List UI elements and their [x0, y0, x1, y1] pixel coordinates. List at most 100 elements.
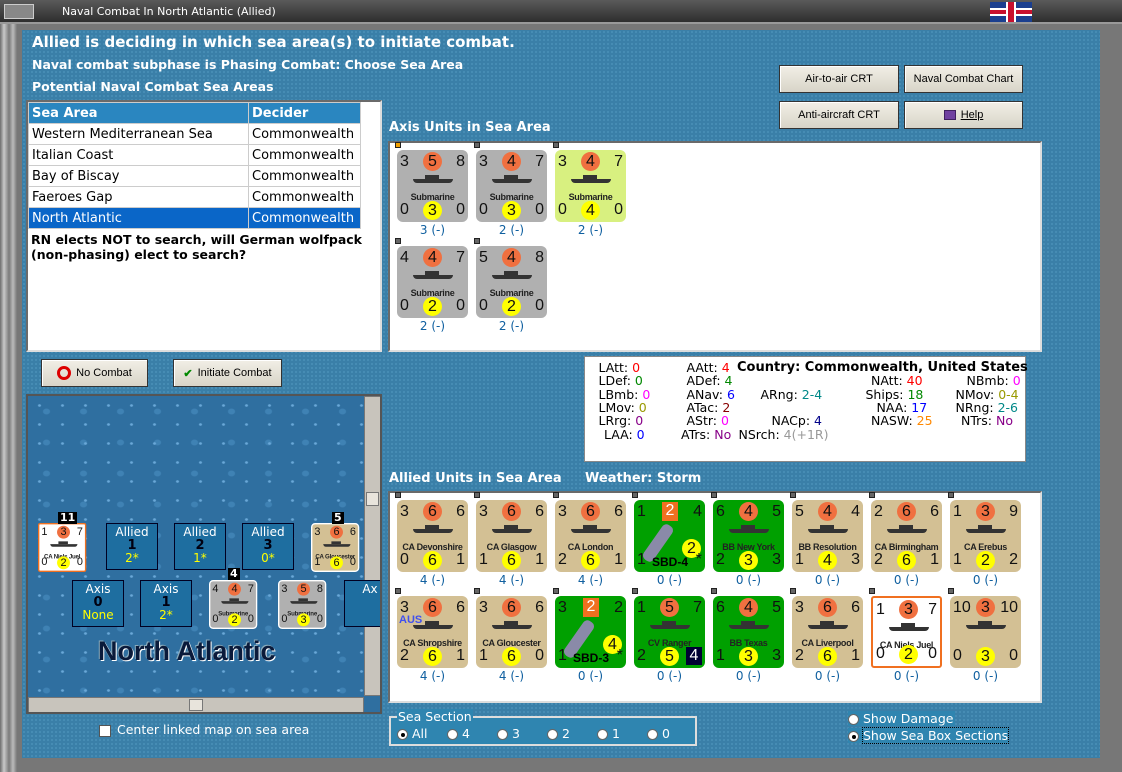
show-damage-radio[interactable]: Show Damage: [848, 711, 956, 726]
radio-button[interactable]: [547, 729, 558, 740]
anti-aircraft-crt-button[interactable]: Anti-aircraft CRT: [779, 101, 899, 129]
sea-section-radio[interactable]: 3: [497, 726, 520, 741]
unit-counter[interactable]: 1 2 4 1 2 SBD-4 *: [634, 500, 705, 572]
unit-marker[interactable]: [395, 142, 401, 148]
column-header-decider[interactable]: Decider: [248, 102, 361, 124]
unit-marker[interactable]: [474, 492, 480, 498]
air-to-air-crt-button[interactable]: Air-to-air CRT: [779, 65, 899, 93]
axis-sea-box[interactable]: Axis 0 None: [72, 580, 124, 627]
unit-counter[interactable]: 3 6 6 2 CA Liverpool 6 1: [792, 596, 863, 668]
unit-marker[interactable]: [632, 492, 638, 498]
unit-marker[interactable]: [395, 238, 401, 244]
unit-counter[interactable]: 3 6 6 2 CA Shropshire 6 1 AUS: [397, 596, 468, 668]
unit-counter[interactable]: 5 4 4 1 BB Resolution 4 3: [792, 500, 863, 572]
column-header-sea-area[interactable]: Sea Area: [28, 102, 249, 124]
unit-counter[interactable]: 3 6 6 2 CA London 6 1: [555, 500, 626, 572]
help-button[interactable]: Help: [904, 101, 1023, 129]
table-row[interactable]: Western Mediterranean Sea Commonwealth: [28, 123, 361, 145]
unit-counter[interactable]: 3580Submarine30: [278, 580, 327, 629]
unit-counter[interactable]: 5 4 8 0 Submarine 2 0: [476, 246, 547, 318]
allied-sea-box[interactable]: Allied 1 2*: [106, 523, 158, 570]
status-count: 0: [972, 573, 985, 587]
unit-counter[interactable]: 4470Submarine20: [209, 580, 258, 629]
unit-counter[interactable]: 3 6 6 1 CA Gloucester 6 0: [476, 596, 547, 668]
allied-sea-box[interactable]: Allied 3 0*: [242, 523, 294, 570]
unit-counter[interactable]: 2 6 6 2 CA Birmingham 6 1: [871, 500, 942, 572]
no-combat-button[interactable]: No Combat: [41, 359, 148, 387]
unit-counter[interactable]: 3 6 6 1 CA Glasgow 6 1: [476, 500, 547, 572]
decider-cell[interactable]: Commonwealth: [248, 123, 361, 145]
unit-counter[interactable]: 3 4 7 0 Submarine 3 0: [476, 150, 547, 222]
unit-marker[interactable]: [711, 492, 717, 498]
unit-counter[interactable]: 6 4 5 2 BB New York 3 3: [713, 500, 784, 572]
decider-cell[interactable]: Commonwealth: [248, 144, 361, 166]
allied-sea-box[interactable]: Allied 2 1*: [174, 523, 226, 570]
unit-counter[interactable]: 1 5 7 2 CV Ranger 5 4: [634, 596, 705, 668]
show-sea-box-sections-radio[interactable]: Show Sea Box Sections: [848, 727, 1010, 744]
unit-counter[interactable]: 4470Submarine20: [397, 246, 468, 318]
unit-status: 0 (-): [792, 669, 863, 683]
unit-counter[interactable]: 6 4 5 1 BB Texas 3 3: [713, 596, 784, 668]
unit-marker[interactable]: [790, 492, 796, 498]
unit-counter[interactable]: 3580Submarine30: [397, 150, 468, 222]
unit-marker[interactable]: [632, 588, 638, 594]
radio-button[interactable]: [397, 729, 408, 740]
unit-marker[interactable]: [869, 588, 875, 594]
center-map-checkbox[interactable]: Center linked map on sea area: [99, 722, 309, 737]
sea-area-cell[interactable]: Western Mediterranean Sea: [28, 123, 249, 145]
unit-marker[interactable]: [553, 588, 559, 594]
radio-button[interactable]: [597, 729, 608, 740]
sea-section-radio[interactable]: 2: [547, 726, 570, 741]
unit-marker[interactable]: [553, 492, 559, 498]
unit-marker[interactable]: [948, 588, 954, 594]
unit-counter[interactable]: 1370CA Niels Juel20: [871, 596, 942, 668]
vertical-scrollbar[interactable]: [364, 396, 380, 696]
table-row[interactable]: Italian Coast Commonwealth: [28, 144, 361, 166]
defense-value: 3: [739, 647, 758, 666]
unit-marker[interactable]: [790, 588, 796, 594]
unit-marker[interactable]: [553, 142, 559, 148]
axis-sea-box[interactable]: Axis 1 2*: [140, 580, 192, 627]
sea-section-radio[interactable]: 0: [647, 726, 670, 741]
sea-section-radio[interactable]: All: [397, 726, 428, 741]
sea-area-cell[interactable]: North Atlantic: [28, 207, 249, 229]
unit-counter[interactable]: 3 2 2 1 4 SBD-3 *: [555, 596, 626, 668]
unit-marker[interactable]: [474, 588, 480, 594]
unit-counter[interactable]: 3 6 6 0 CA Devonshire 6 1: [397, 500, 468, 572]
horizontal-scrollbar[interactable]: [28, 697, 364, 712]
sea-section-radio[interactable]: 4: [447, 726, 470, 741]
unit-marker[interactable]: [395, 492, 401, 498]
axis-sea-box[interactable]: Ax: [344, 580, 380, 627]
ship-silhouette-icon: [966, 525, 1006, 533]
initiate-combat-button[interactable]: ✔ Initiate Combat: [173, 359, 282, 387]
unit-marker[interactable]: [474, 142, 480, 148]
unit-counter[interactable]: 3 6 6 1 CA Gloucester 6 0: [311, 523, 360, 572]
sea-area-cell[interactable]: Italian Coast: [28, 144, 249, 166]
unit-marker[interactable]: [395, 588, 401, 594]
sea-area-map[interactable]: North Atlantic Allied 1 2* Allied 2 1* Allied 3…: [26, 394, 382, 714]
unit-marker[interactable]: [948, 492, 954, 498]
sea-area-cell[interactable]: Bay of Biscay: [28, 165, 249, 187]
unit-marker[interactable]: [711, 588, 717, 594]
naval-combat-chart-button[interactable]: Naval Combat Chart: [904, 65, 1023, 93]
table-row[interactable]: North Atlantic Commonwealth: [28, 207, 361, 229]
system-menu-button[interactable]: [4, 4, 34, 19]
table-row[interactable]: Faeroes Gap Commonwealth: [28, 186, 361, 208]
sea-area-cell[interactable]: Faeroes Gap: [28, 186, 249, 208]
radio-button[interactable]: [447, 729, 458, 740]
sea-section-radio[interactable]: 1: [597, 726, 620, 741]
unit-counter[interactable]: 10 3 10 0 3 0: [950, 596, 1021, 668]
unit-counter[interactable]: 3 4 7 0 Submarine 4 0: [555, 150, 626, 222]
decider-cell[interactable]: Commonwealth: [248, 186, 361, 208]
unit-marker[interactable]: [474, 238, 480, 244]
scroll-thumb[interactable]: [189, 699, 203, 711]
decider-cell[interactable]: Commonwealth: [248, 165, 361, 187]
unit-counter[interactable]: 1 3 9 1 CA Erebus 2 2: [950, 500, 1021, 572]
radio-button[interactable]: [647, 729, 658, 740]
decider-cell[interactable]: Commonwealth: [248, 207, 361, 229]
unit-marker[interactable]: [869, 492, 875, 498]
table-row[interactable]: Bay of Biscay Commonwealth: [28, 165, 361, 187]
unit-counter[interactable]: 1370CA Niels Juel20: [38, 523, 87, 572]
scroll-thumb[interactable]: [366, 492, 379, 506]
radio-button[interactable]: [497, 729, 508, 740]
